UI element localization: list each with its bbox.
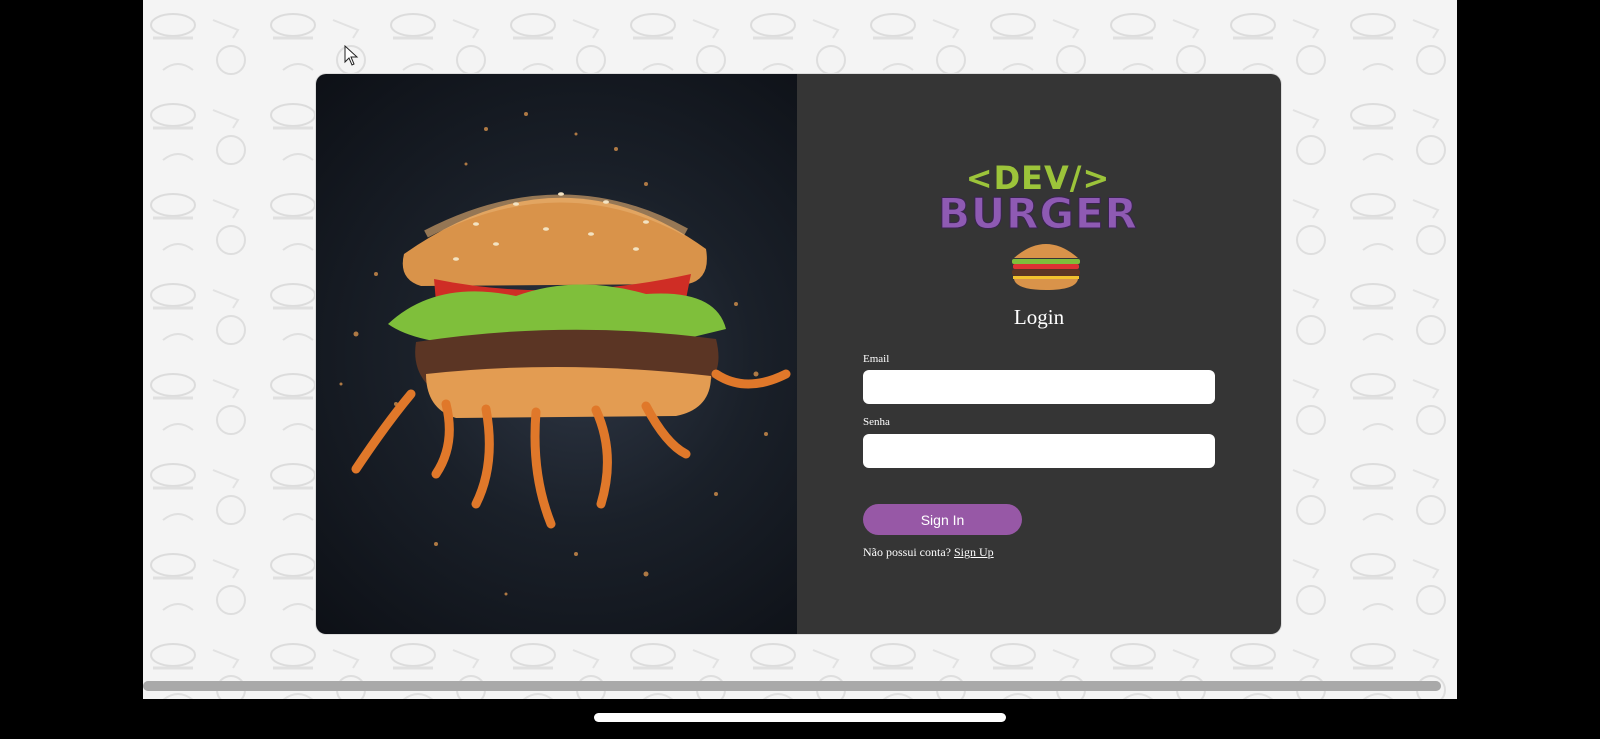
sign-in-button[interactable]: Sign In: [863, 504, 1022, 535]
email-label: Email: [863, 353, 890, 365]
signup-prompt-line: Não possui conta? Sign Up: [863, 545, 994, 560]
login-title: Login: [1013, 305, 1065, 329]
login-panel: <DEV/> BURGER Login Email Senha Sign In …: [797, 74, 1281, 634]
burger-icon: [1012, 244, 1080, 290]
home-indicator[interactable]: [594, 713, 1006, 722]
logo-burger-text: BURGER: [938, 189, 1138, 238]
dev-burger-logo: <DEV/> BURGER: [938, 160, 1138, 290]
email-field[interactable]: [863, 370, 1215, 404]
scrollbar-thumb[interactable]: [143, 681, 1441, 691]
pointer-cursor-icon: [344, 45, 359, 66]
signup-link[interactable]: Sign Up: [954, 545, 994, 559]
password-field[interactable]: [863, 434, 1215, 468]
browser-viewport: <DEV/> BURGER Login Email Senha Sign In …: [143, 0, 1457, 699]
burger-hero-image: [316, 74, 797, 634]
horizontal-scrollbar[interactable]: [143, 681, 1441, 691]
password-label: Senha: [863, 416, 890, 428]
login-card: <DEV/> BURGER Login Email Senha Sign In …: [316, 74, 1281, 634]
signup-prompt-text: Não possui conta?: [863, 545, 951, 559]
